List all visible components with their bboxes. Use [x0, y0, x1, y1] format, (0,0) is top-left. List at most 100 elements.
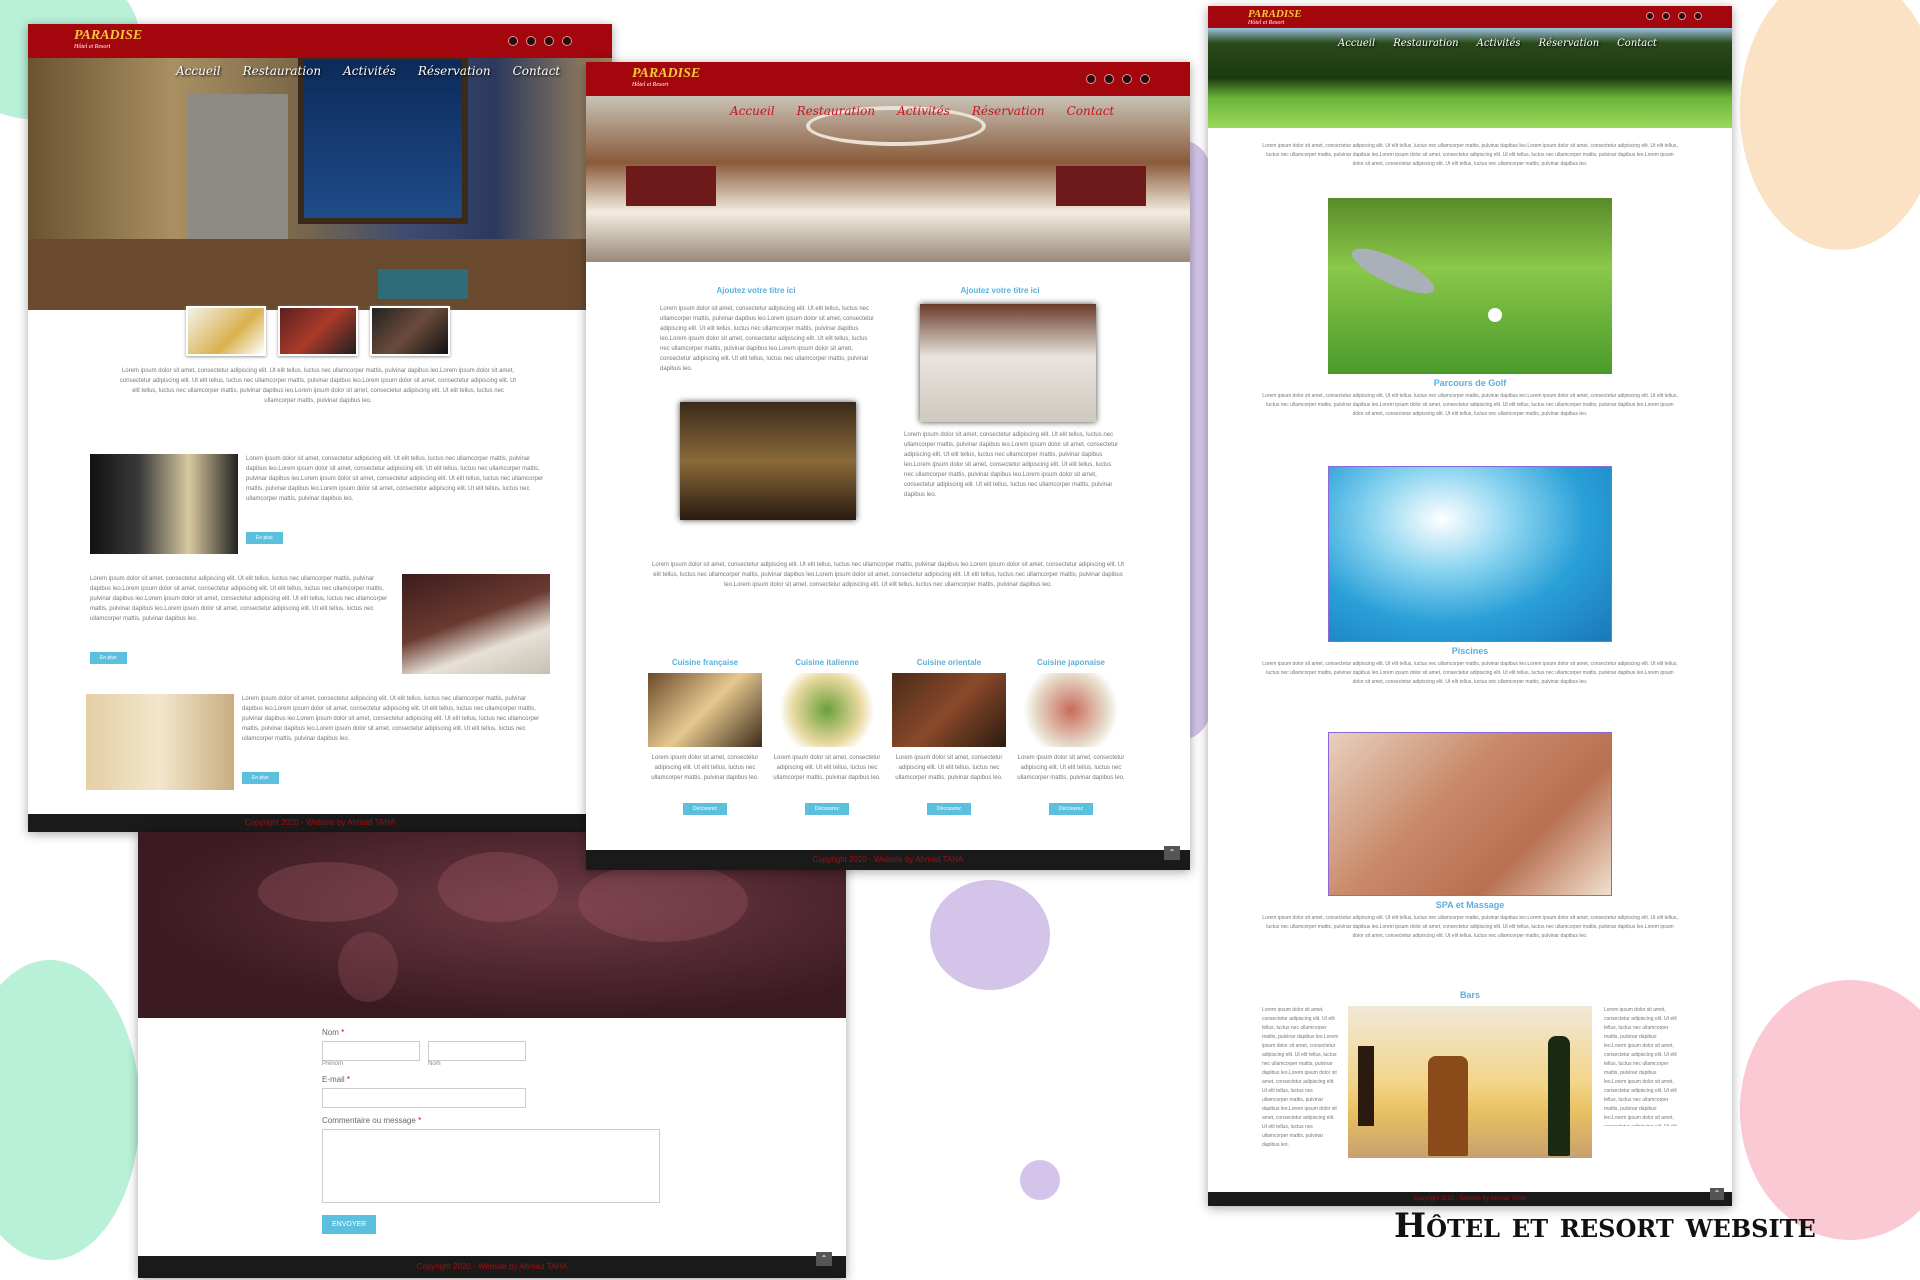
nav-activites[interactable]: Activités	[1477, 38, 1521, 49]
nav-activites[interactable]: Activités	[897, 104, 950, 118]
instagram-icon[interactable]	[1678, 12, 1686, 20]
email-icon[interactable]	[1140, 74, 1150, 84]
first-name-input[interactable]	[322, 1041, 420, 1061]
social-links	[1086, 74, 1150, 84]
thumb-bathroom[interactable]	[370, 306, 450, 356]
email-icon[interactable]	[1694, 12, 1702, 20]
social-links	[1646, 12, 1702, 20]
site-header: PARADISE Hôtel et Resort	[1208, 6, 1732, 28]
cuisine-grid: Cuisine française Lorem ipsum dolor sit …	[648, 658, 1128, 815]
required-mark: *	[346, 1075, 351, 1084]
activity-title-pools: Piscines	[1451, 646, 1489, 656]
instagram-icon[interactable]	[1122, 74, 1132, 84]
nav-contact[interactable]: Contact	[1067, 104, 1115, 118]
showcase-caption: Hôtel et resort website	[1394, 1206, 1816, 1246]
main-nav: Accueil Restauration Activités Réservati…	[730, 104, 1114, 118]
facebook-icon[interactable]	[1662, 12, 1670, 20]
scroll-top-button[interactable]: ⌃	[1164, 846, 1180, 860]
section-text-right: Lorem ipsum dolor sit amet, consectetur …	[904, 432, 1119, 498]
cuisine-title: Cuisine orientale	[916, 658, 982, 667]
thumb-food[interactable]	[186, 306, 266, 356]
footer-text: Copyright 2020 - Website by Ahmad TAHA	[244, 818, 396, 827]
dining-hall-image	[680, 402, 856, 520]
home-page-panel: PARADISE Hôtel et Resort Accueil Restaura…	[28, 24, 612, 832]
restaurant-page-panel: PARADISE Hôtel et Resort Accueil Restaura…	[586, 62, 1190, 870]
nav-reservation[interactable]: Réservation	[972, 104, 1045, 118]
restaurant-hero-image	[586, 96, 1190, 262]
cuisine-card: Cuisine italienne Lorem ipsum dolor sit …	[770, 658, 884, 815]
facebook-icon[interactable]	[526, 36, 536, 46]
site-footer: Copyright 2020 - Website by Ahmad TAHA	[28, 814, 612, 832]
en-plus-button-3[interactable]: En plus	[242, 772, 279, 784]
purple-splatter	[930, 880, 1050, 990]
message-textarea[interactable]	[322, 1129, 660, 1203]
twitter-icon[interactable]	[1646, 12, 1654, 20]
twitter-icon[interactable]	[508, 36, 518, 46]
cuisine-text: Lorem ipsum dolor sit amet, consectetur …	[773, 755, 881, 781]
cuisine-image	[770, 673, 884, 747]
section-title-left: Ajoutez votre titre ici	[716, 286, 796, 295]
first-name-sublabel: Prénom	[322, 1061, 344, 1067]
social-links	[508, 36, 572, 46]
brand-logo[interactable]: PARADISE Hôtel et Resort	[74, 28, 142, 50]
room-text-2: Lorem ipsum dolor sit amet, consectetur …	[90, 576, 388, 622]
cuisine-title: Cuisine japonaise	[1036, 658, 1106, 667]
discover-button[interactable]: Découvrez	[927, 803, 971, 815]
pool-image	[1328, 466, 1612, 642]
discover-button[interactable]: Découvrez	[683, 803, 727, 815]
activity-title-bars: Bars	[1459, 990, 1480, 1000]
footer-text: Copyright 2020 - Website by Ahmad TAHA	[416, 1262, 568, 1271]
cuisine-text: Lorem ipsum dolor sit amet, consectetur …	[1017, 755, 1125, 781]
scroll-top-button[interactable]: ⌃	[816, 1252, 832, 1266]
contact-page-panel: Nom * Prénom Nom E-mail * Commentaire ou…	[138, 832, 846, 1278]
nav-restauration[interactable]: Restauration	[243, 64, 322, 78]
cuisine-card: Cuisine japonaise Lorem ipsum dolor sit …	[1014, 658, 1128, 815]
cuisine-image	[892, 673, 1006, 747]
facebook-icon[interactable]	[1104, 74, 1114, 84]
cuisine-image	[1014, 673, 1128, 747]
discover-button[interactable]: Découvrez	[1049, 803, 1093, 815]
cuisine-card: Cuisine française Lorem ipsum dolor sit …	[648, 658, 762, 815]
email-icon[interactable]	[562, 36, 572, 46]
nav-activites[interactable]: Activités	[343, 64, 396, 78]
green-splatter	[0, 960, 140, 1260]
nav-contact[interactable]: Contact	[513, 64, 561, 78]
cuisine-text: Lorem ipsum dolor sit amet, consectetur …	[651, 755, 759, 781]
nav-reservation[interactable]: Réservation	[1539, 38, 1600, 49]
activity-title-spa: SPA et Massage	[1435, 900, 1505, 910]
brand-logo[interactable]: PARADISE Hôtel et Resort	[632, 66, 700, 88]
en-plus-button-1[interactable]: En plus	[246, 532, 283, 544]
discover-button[interactable]: Découvrez	[805, 803, 849, 815]
bars-text-left: Lorem ipsum dolor sit amet, consectetur …	[1262, 1007, 1339, 1148]
nav-restauration[interactable]: Restauration	[1393, 38, 1458, 49]
nav-accueil[interactable]: Accueil	[176, 64, 221, 78]
brand-logo[interactable]: PARADISE Hôtel et Resort	[1248, 8, 1302, 26]
required-mark: *	[341, 1028, 345, 1037]
bar-drinks-image	[1348, 1006, 1592, 1158]
nav-restauration[interactable]: Restauration	[797, 104, 876, 118]
footer-text: Copyright 2020 - Website by Ahmad TAHA	[1413, 1196, 1527, 1202]
cuisine-text: Lorem ipsum dolor sit amet, consectetur …	[895, 755, 1003, 781]
nav-accueil[interactable]: Accueil	[730, 104, 775, 118]
nav-reservation[interactable]: Réservation	[418, 64, 491, 78]
scroll-top-button[interactable]: ⌃	[1710, 1188, 1724, 1200]
intro-text: Lorem ipsum dolor sit amet, consectetur …	[119, 368, 517, 404]
en-plus-button-2[interactable]: En plus	[90, 652, 127, 664]
site-footer: Copyright 2020 - Website by Ahmad TAHA	[138, 1256, 846, 1278]
email-input[interactable]	[322, 1088, 526, 1108]
thumb-lounge[interactable]	[278, 306, 358, 356]
twitter-icon[interactable]	[1086, 74, 1096, 84]
restaurant-intro: Lorem ipsum dolor sit amet, consectetur …	[652, 562, 1124, 588]
bars-text-right: Lorem ipsum dolor sit amet, consectetur …	[1604, 1007, 1677, 1126]
name-label: Nom	[322, 1028, 339, 1037]
room-image-bathroom	[90, 454, 238, 554]
last-name-input[interactable]	[428, 1041, 526, 1061]
nav-accueil[interactable]: Accueil	[1338, 38, 1375, 49]
instagram-icon[interactable]	[544, 36, 554, 46]
submit-button[interactable]: ENVOYER	[322, 1215, 377, 1234]
nav-contact[interactable]: Contact	[1617, 38, 1657, 49]
cuisine-image	[648, 673, 762, 747]
main-nav: Accueil Restauration Activités Réservati…	[176, 64, 560, 78]
spa-massage-image	[1328, 732, 1612, 896]
contact-form: Nom * Prénom Nom E-mail * Commentaire ou…	[322, 1028, 722, 1234]
